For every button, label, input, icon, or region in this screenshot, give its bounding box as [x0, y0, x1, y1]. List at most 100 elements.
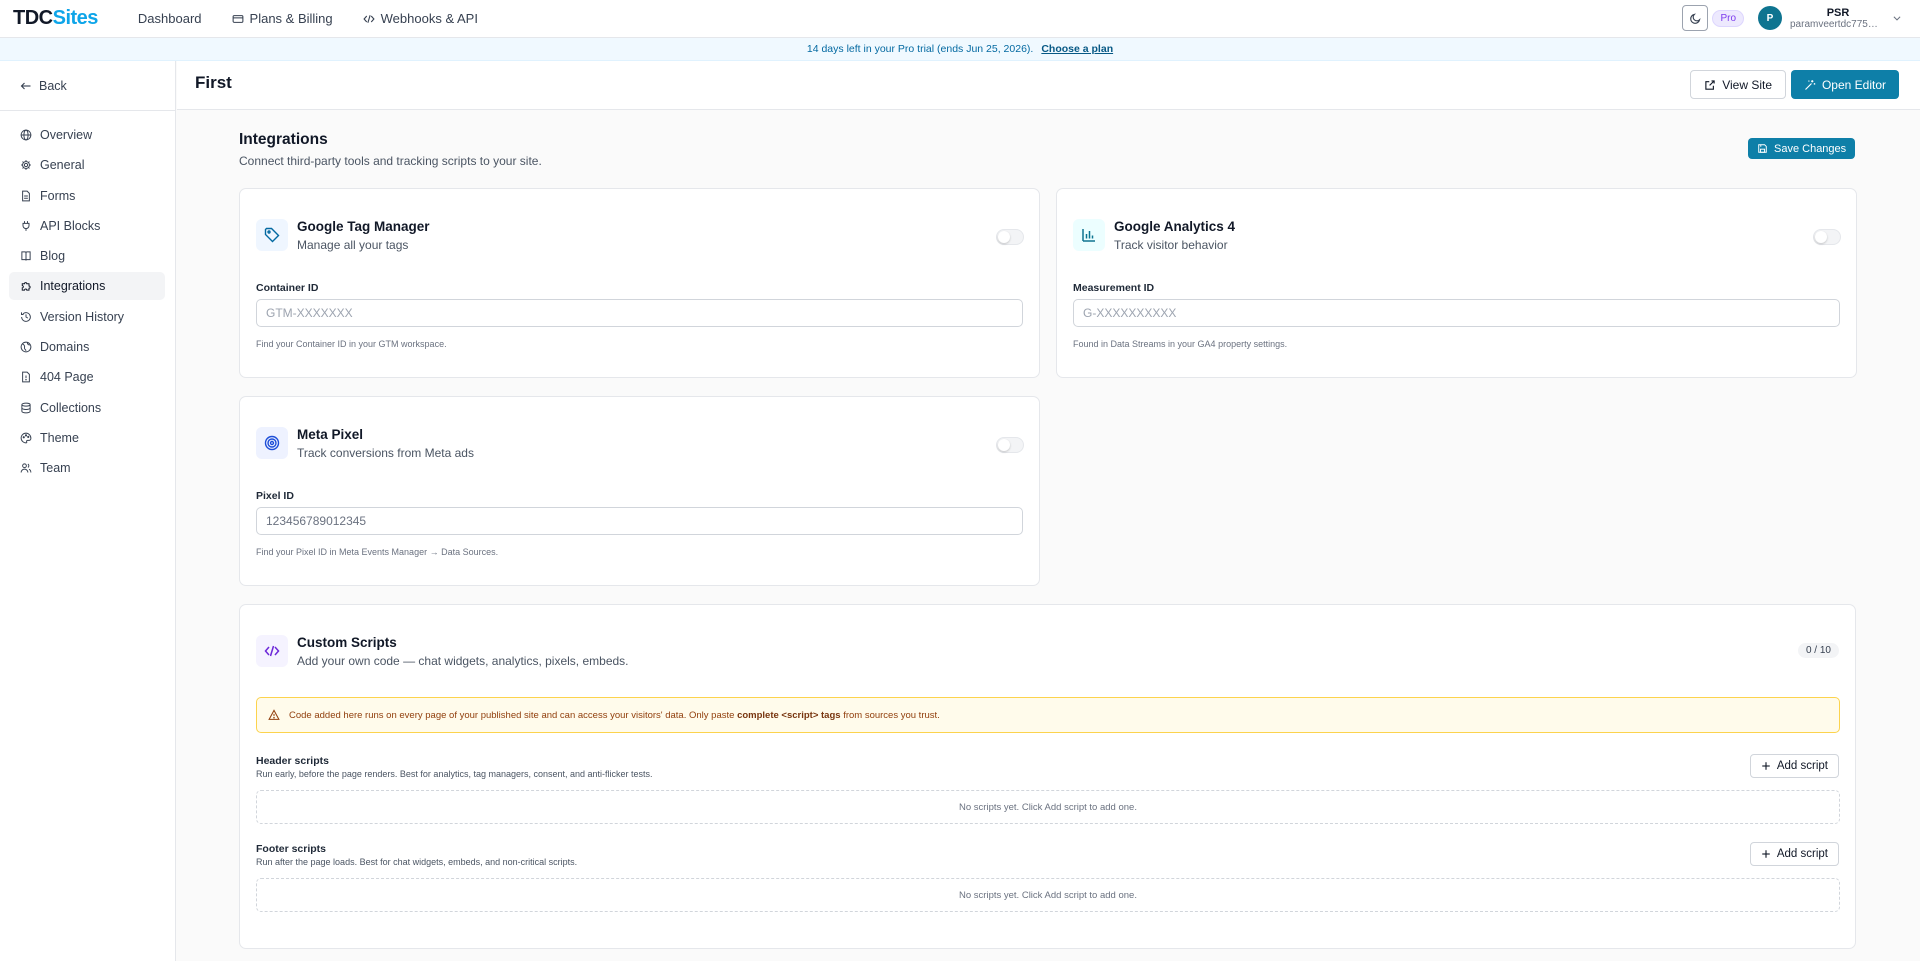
nav-webhooks-api-label: Webhooks & API	[380, 11, 478, 26]
external-link-icon	[1705, 79, 1715, 90]
sidebar-item-label: Overview	[40, 128, 93, 142]
view-site-label: View Site	[1722, 77, 1772, 92]
code-icon	[264, 645, 280, 657]
ga4-measurement-id-input[interactable]	[1073, 299, 1840, 327]
brand-logo-part2: Sites	[52, 7, 99, 29]
history-icon	[21, 311, 31, 322]
warning-text-post: from sources you trust.	[843, 709, 940, 721]
gear-icon	[21, 160, 31, 171]
nav-dashboard[interactable]: Dashboard	[138, 11, 202, 26]
save-changes-button[interactable]: Save Changes	[1748, 138, 1856, 159]
ga4-card-icon	[1073, 219, 1105, 251]
sidebar-item-label: API Blocks	[40, 218, 101, 233]
ga4-field-label: Measurement ID	[1073, 282, 1155, 294]
sidebar-item-label: 404 Page	[40, 370, 94, 385]
sidebar: Back Overview General Forms API Blocks B…	[0, 61, 176, 961]
sidebar-item-404-page[interactable]: 404 Page	[9, 363, 165, 391]
choose-plan-link[interactable]: Choose a plan	[1041, 43, 1113, 55]
view-site-button[interactable]: View Site	[1690, 70, 1786, 99]
sidebar-item-collections[interactable]: Collections	[9, 394, 165, 422]
sidebar-item-version-history[interactable]: Version History	[9, 303, 165, 331]
plug-icon	[22, 221, 30, 231]
header-scripts-title: Header scripts	[256, 755, 329, 767]
globe-icon	[20, 129, 32, 141]
brand-logo[interactable]: TDCSites	[13, 7, 98, 30]
nav-dashboard-label: Dashboard	[137, 11, 202, 26]
integrations-title: Integrations	[239, 131, 328, 148]
sidebar-item-label: Team	[40, 461, 71, 476]
custom-scripts-subtitle: Add your own code — chat widgets, analyt…	[297, 654, 629, 668]
header-scripts-empty: No scripts yet. Click Add script to add …	[256, 790, 1840, 824]
gtm-container-id-input[interactable]	[256, 299, 1023, 327]
sidebar-item-label: Theme	[40, 430, 79, 445]
code-icon	[363, 14, 375, 23]
sidebar-item-domains[interactable]: Domains	[9, 333, 165, 361]
palette-icon	[20, 432, 32, 444]
top-nav: Dashboard Plans & Billing Webhooks & API	[138, 11, 478, 26]
gtm-help-text: Find your Container ID in your GTM works…	[256, 339, 447, 349]
sidebar-item-general[interactable]: General	[9, 151, 165, 179]
globe-icon	[20, 341, 32, 353]
sidebar-item-api-blocks[interactable]: API Blocks	[9, 212, 165, 240]
nav-plans-billing[interactable]: Plans & Billing	[232, 11, 333, 26]
sidebar-divider	[0, 110, 176, 111]
trial-banner-text: 14 days left in your Pro trial (ends Jun…	[806, 43, 1034, 55]
meta-toggle[interactable]	[996, 437, 1024, 453]
puzzle-icon	[21, 282, 31, 292]
main-content: Integrations Connect third-party tools a…	[177, 111, 1920, 961]
integrations-subtitle: Connect third-party tools and tracking s…	[239, 154, 542, 168]
meta-card-icon	[256, 427, 288, 459]
credit-card-icon	[232, 14, 243, 23]
plus-icon	[1762, 850, 1770, 858]
bar-chart-icon	[1082, 229, 1095, 242]
plus-icon	[1762, 762, 1770, 770]
user-name: PSR	[1826, 6, 1850, 19]
sidebar-nav: Overview General Forms API Blocks Blog I…	[9, 121, 165, 485]
meta-pixel-id-input[interactable]	[256, 507, 1023, 535]
meta-subtitle: Track conversions from Meta ads	[297, 446, 474, 460]
theme-toggle-button[interactable]	[1682, 5, 1709, 31]
back-label: Back	[39, 79, 67, 93]
sidebar-item-label: General	[40, 158, 85, 173]
meta-help-text: Find your Pixel ID in Meta Events Manage…	[256, 547, 499, 557]
brand-logo-part1: TDC	[13, 7, 53, 29]
sidebar-item-blog[interactable]: Blog	[9, 242, 165, 270]
scripts-count-badge: 0 / 10	[1797, 643, 1839, 658]
nav-webhooks-api[interactable]: Webhooks & API	[363, 11, 478, 26]
add-footer-script-button[interactable]: Add script	[1749, 842, 1839, 866]
ga4-subtitle: Track visitor behavior	[1114, 238, 1228, 252]
header-scripts-desc: Run early, before the page renders. Best…	[256, 769, 653, 779]
warning-callout: Code added here runs on every page of yo…	[256, 697, 1840, 733]
warning-icon	[268, 709, 280, 720]
tag-icon	[264, 227, 280, 243]
add-script-label: Add script	[1776, 848, 1828, 860]
save-icon	[1758, 144, 1767, 153]
top-right-controls: Pro P PSR paramveertdc775@gm...	[1682, 5, 1902, 31]
ga4-title: Google Analytics 4	[1114, 219, 1236, 234]
ga4-toggle[interactable]	[1813, 229, 1841, 245]
toggle-knob	[1815, 231, 1827, 243]
nav-plans-billing-label: Plans & Billing	[249, 11, 333, 26]
custom-scripts-title: Custom Scripts	[297, 635, 397, 650]
gtm-toggle[interactable]	[996, 229, 1024, 245]
user-menu[interactable]: P PSR paramveertdc775@gm...	[1758, 6, 1902, 30]
target-icon	[264, 435, 280, 451]
add-header-script-button[interactable]: Add script	[1749, 754, 1839, 778]
magic-wand-icon	[1805, 79, 1816, 90]
sidebar-item-integrations[interactable]: Integrations	[9, 272, 165, 301]
sidebar-item-forms[interactable]: Forms	[9, 182, 165, 210]
add-script-label: Add script	[1776, 760, 1828, 772]
sidebar-item-theme[interactable]: Theme	[9, 424, 165, 452]
sidebar-item-team[interactable]: Team	[9, 454, 165, 482]
top-bar: TDCSites Dashboard Plans & Billing Webho…	[0, 0, 1920, 38]
sidebar-item-label: Domains	[40, 340, 90, 355]
sidebar-item-label: Version History	[40, 309, 125, 324]
toggle-knob	[998, 439, 1010, 451]
toggle-knob	[998, 231, 1010, 243]
back-button[interactable]: Back	[20, 79, 67, 93]
avatar: P	[1758, 6, 1782, 30]
sidebar-item-overview[interactable]: Overview	[9, 121, 165, 149]
gtm-subtitle: Manage all your tags	[297, 238, 409, 252]
save-changes-label: Save Changes	[1774, 142, 1847, 155]
open-editor-button[interactable]: Open Editor	[1790, 70, 1899, 99]
